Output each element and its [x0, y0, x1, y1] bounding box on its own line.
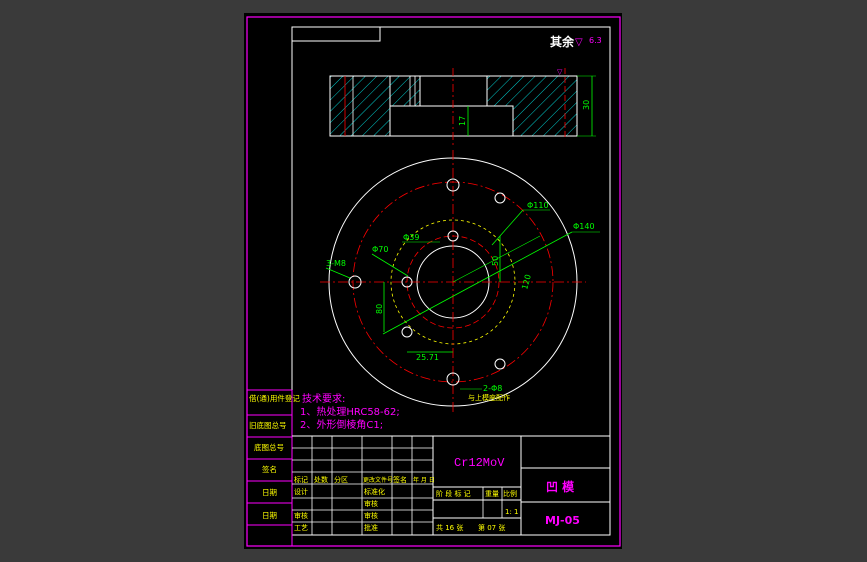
section-view: 30 17 ▽	[329, 68, 596, 148]
tb-hdr-zone: 分区	[334, 475, 348, 484]
dim-phi140: Φ140	[573, 222, 595, 231]
strip-used-for: 借(通)用件登记	[249, 393, 300, 403]
tb-hdr-mark: 标记	[294, 475, 308, 484]
tb-weight: 重量	[485, 490, 499, 498]
tb-sheets: 共 16 张	[436, 523, 463, 532]
tb-hdr-sign: 签名	[393, 475, 407, 484]
tb-drawing-no: MJ-05	[545, 514, 580, 527]
roughness-symbol: ▽	[575, 37, 583, 48]
cad-drawing: 其余 ▽ 6.3 30 17 ▽ Φ110 Φ140 Φ70 Φ39 50 80…	[244, 13, 622, 549]
tb-proofread: 审核	[364, 499, 378, 508]
tech-req-item-1: 1、热处理HRC58-62;	[300, 405, 400, 418]
tb-sheet-no: 第 07 张	[478, 523, 505, 532]
roughness-label: 其余	[550, 34, 575, 49]
dim-height: 30	[582, 100, 591, 110]
tb-ratio: 比例	[503, 489, 517, 498]
tb-material: Cr12MoV	[454, 456, 505, 470]
tb-stage-marks: 阶 段 标 记	[436, 489, 471, 498]
dim-25: 25.71	[416, 353, 439, 362]
tb-hdr-date: 年 月 日	[413, 476, 435, 484]
tech-req-item-2: 2、外形倒棱角C1;	[300, 418, 383, 431]
tb-scale: 1: 1	[505, 508, 519, 516]
dim-80: 80	[375, 304, 384, 314]
dim-phi70: Φ70	[372, 245, 388, 254]
dim-depth: 17	[458, 116, 467, 126]
tb-part-name: 凹 模	[546, 479, 575, 494]
top-roughness-mark: ▽	[557, 68, 563, 76]
tb-hdr-change: 更改文件号	[363, 476, 393, 484]
strip-date-2: 日期	[262, 511, 277, 520]
tb-standard: 标准化	[364, 487, 385, 496]
roughness-value: 6.3	[589, 36, 602, 45]
tb-approve-top: 审核	[364, 511, 378, 520]
strip-signature: 签名	[262, 464, 277, 474]
tb-process: 工艺	[294, 524, 308, 532]
dim-phi39: Φ39	[403, 233, 419, 242]
dim-m8: 3-M8	[326, 259, 346, 268]
hole-note: 与上模座配作	[468, 393, 510, 402]
dim-holes: 2-Φ8	[483, 384, 502, 393]
strip-base-no2: 底图总号	[254, 442, 284, 452]
tech-req-title: 技术要求:	[302, 392, 345, 405]
strip-date-1: 日期	[262, 488, 277, 497]
section-top-left	[389, 75, 421, 107]
tb-approve: 批准	[364, 523, 378, 532]
tb-review: 审核	[294, 511, 308, 520]
strip-base-no: 旧底图总号	[249, 420, 287, 430]
tb-design: 设计	[294, 487, 308, 496]
section-hatch-left	[329, 75, 391, 137]
section-cavity	[389, 105, 514, 137]
dim-phi110: Φ110	[527, 201, 549, 210]
section-top-mid	[419, 75, 488, 107]
tb-hdr-count: 处数	[314, 475, 328, 484]
